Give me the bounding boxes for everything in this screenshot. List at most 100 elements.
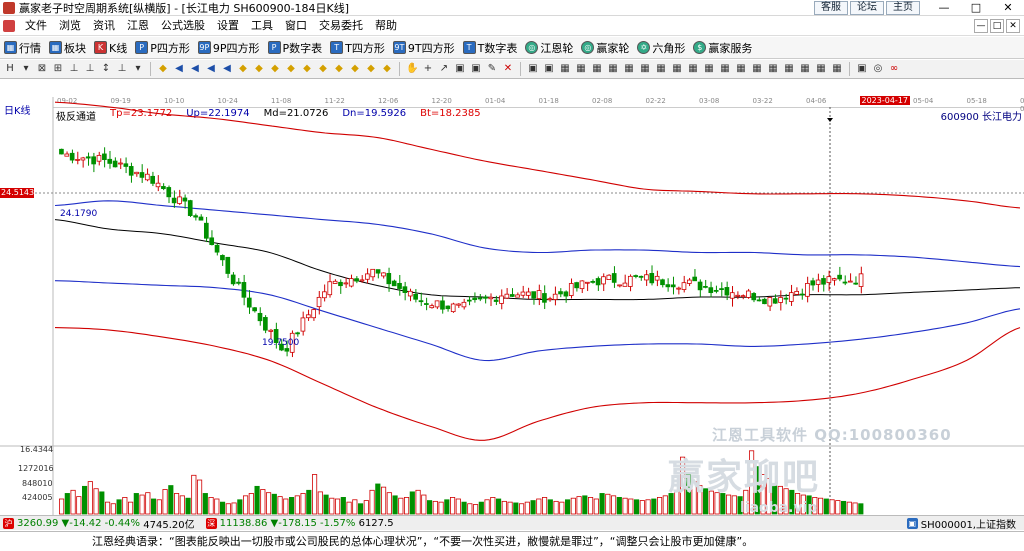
toolbar-tool-22-icon[interactable]: ◆ [365,63,377,75]
candle-up [568,283,574,296]
volume-bar [248,493,254,515]
toolbar-tool-23-icon[interactable]: ◆ [381,63,393,75]
toolbar-tool-8-icon[interactable]: ▾ [132,63,144,75]
nav-table-8[interactable]: T T数字表 [462,40,517,56]
nav-wheel-10[interactable]: ◎ 赢家轮 [581,40,629,56]
maximize-button[interactable]: □ [960,0,992,16]
nav-square-4[interactable]: 9P 9P四方形 [197,40,260,56]
nav-square-7[interactable]: 9T 9T四方形 [392,40,455,56]
toolbar-tool-32-icon[interactable]: ▣ [543,63,555,75]
nav-grid-0[interactable]: ▦ 行情 [4,40,41,56]
volume-bar [547,499,553,515]
toolbar-tool-1-icon[interactable]: ▾ [20,63,32,75]
close-button[interactable]: ✕ [992,0,1024,16]
toolbar-tool-15-icon[interactable]: ◆ [253,63,265,75]
toolbar-tool-16-icon[interactable]: ◆ [269,63,281,75]
toolbar-tool-43-icon[interactable]: ▦ [719,63,731,75]
toolbar-tool-48-icon[interactable]: ▦ [799,63,811,75]
toolbar-tool-20-icon[interactable]: ◆ [333,63,345,75]
mdi-minimize-button[interactable]: — [974,19,988,33]
menu-help[interactable]: 帮助 [369,17,403,35]
link-kefu[interactable]: 客服 [814,1,848,15]
menu-browse[interactable]: 浏览 [53,17,87,35]
toolbar-tool-11-icon[interactable]: ◀ [189,63,201,75]
toolbar-tool-0-icon[interactable]: H [4,63,16,75]
toolbar-tool-36-icon[interactable]: ▦ [607,63,619,75]
toolbar-tool-5-icon[interactable]: ⊥ [84,63,96,75]
nav-hexagon-11[interactable]: ✡ 六角形 [637,40,685,56]
nav-wheel-9[interactable]: ◎ 江恩轮 [525,40,573,56]
sh-index-segment[interactable]: 沪 3260.99 ▼-14.42 -0.44% 4745.20亿 [0,516,195,531]
menu-tools[interactable]: 工具 [245,17,279,35]
toolbar-tool-10-icon[interactable]: ◀ [173,63,185,75]
toolbar-tool-31-icon[interactable]: ▣ [527,63,539,75]
nav-square-3[interactable]: P P四方形 [135,40,190,56]
system-menu-icon[interactable] [3,20,15,32]
toolbar-tool-42-icon[interactable]: ▦ [703,63,715,75]
nav-grid-1[interactable]: ▦ 板块 [49,40,86,56]
toolbar-tool-18-icon[interactable]: ◆ [301,63,313,75]
toolbar-tool-17-icon[interactable]: ◆ [285,63,297,75]
toolbar-tool-27-icon[interactable]: ▣ [454,63,466,75]
mdi-close-button[interactable]: ✕ [1006,19,1020,33]
sz-index-segment[interactable]: 深 11138.86 ▼-178.15 -1.57% 6127.5 [203,517,394,529]
toolbar-tool-49-icon[interactable]: ▦ [815,63,827,75]
toolbar-tool-37-icon[interactable]: ▦ [623,63,635,75]
toolbar-tool-35-icon[interactable]: ▦ [591,63,603,75]
toolbar-tool-38-icon[interactable]: ▦ [639,63,651,75]
menu-trade[interactable]: 交易委托 [313,17,369,35]
toolbar-tool-3-icon[interactable]: ⊞ [52,63,64,75]
menu-bar: 文件 浏览 资讯 江恩 公式选股 设置 工具 窗口 交易委托 帮助 — □ ✕ [0,17,1024,36]
toolbar-tool-30-icon[interactable]: ✕ [502,63,514,75]
link-luntan[interactable]: 论坛 [850,1,884,15]
menu-file[interactable]: 文件 [19,17,53,35]
mdi-restore-button[interactable]: □ [990,19,1004,33]
toolbar-tool-25-icon[interactable]: + [422,63,434,75]
toolbar-tool-39-icon[interactable]: ▦ [655,63,667,75]
toolbar-tool-34-icon[interactable]: ▦ [575,63,587,75]
toolbar-tool-40-icon[interactable]: ▦ [671,63,683,75]
link-zhuye[interactable]: 主页 [886,1,920,15]
toolbar-tool-24-icon[interactable]: ✋ [406,63,418,75]
toolbar-tool-41-icon[interactable]: ▦ [687,63,699,75]
volume-bar [329,497,335,515]
nav-dollar-12[interactable]: $ 赢家服务 [693,40,752,56]
toolbar-tool-2-icon[interactable]: ⊠ [36,63,48,75]
toolbar-tool-14-icon[interactable]: ◆ [237,63,249,75]
toolbar-tool-9-icon[interactable]: ◆ [157,63,169,75]
toolbar-tool-19-icon[interactable]: ◆ [317,63,329,75]
toolbar-tool-45-icon[interactable]: ▦ [751,63,763,75]
nav-candle-2[interactable]: K K线 [94,40,127,56]
menu-window[interactable]: 窗口 [279,17,313,35]
toolbar-tool-53-icon[interactable]: ∞ [888,63,900,75]
toolbar-tool-12-icon[interactable]: ◀ [205,63,217,75]
toolbar-tool-29-icon[interactable]: ✎ [486,63,498,75]
toolbar-tool-51-icon[interactable]: ▣ [856,63,868,75]
menu-gann[interactable]: 江恩 [121,17,155,35]
toolbar-tool-33-icon[interactable]: ▦ [559,63,571,75]
toolbar-tool-28-icon[interactable]: ▣ [470,63,482,75]
toolbar-tool-7-icon[interactable]: ⊥ [116,63,128,75]
toolbar-tool-50-icon[interactable]: ▦ [831,63,843,75]
menu-formula[interactable]: 公式选股 [155,17,211,35]
status-right[interactable]: ▣ SH000001,上证指数 [904,516,1016,531]
toolbar-tool-44-icon[interactable]: ▦ [735,63,747,75]
sz-index-change: ▼-178.15 [270,517,317,529]
nav-square-6[interactable]: T T四方形 [330,40,385,56]
toolbar-tool-4-icon[interactable]: ⊥ [68,63,80,75]
menu-info[interactable]: 资讯 [87,17,121,35]
minimize-button[interactable]: — [928,0,960,16]
nav-table-5[interactable]: P P数字表 [267,40,322,56]
candle-down [633,275,639,277]
menu-settings[interactable]: 设置 [211,17,245,35]
toolbar-tool-52-icon[interactable]: ◎ [872,63,884,75]
toolbar-tool-47-icon[interactable]: ▦ [783,63,795,75]
toolbar-tool-6-icon[interactable]: ↕ [100,63,112,75]
candle-up [316,296,322,308]
volume-bar [93,488,99,515]
toolbar-tool-21-icon[interactable]: ◆ [349,63,361,75]
volume-bar [283,498,289,515]
toolbar-tool-46-icon[interactable]: ▦ [767,63,779,75]
toolbar-tool-26-icon[interactable]: ↗ [438,63,450,75]
toolbar-tool-13-icon[interactable]: ◀ [221,63,233,75]
